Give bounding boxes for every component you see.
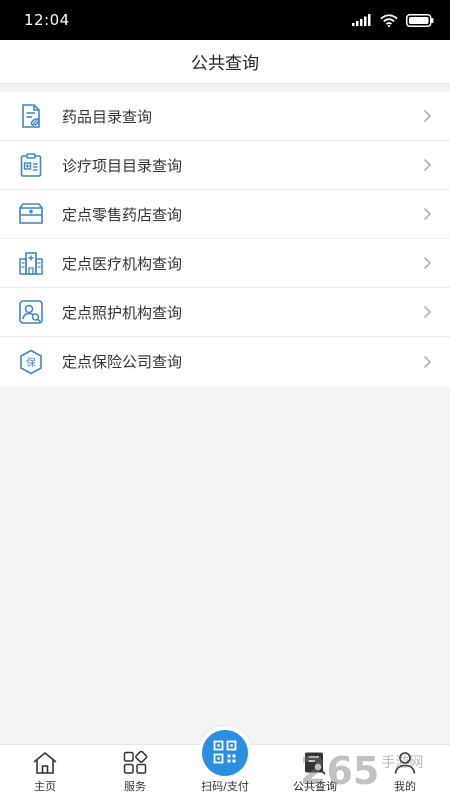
menu-item-label: 药品目录查询: [62, 107, 153, 126]
tab-public-query[interactable]: 公共查询: [270, 744, 360, 800]
medicine-box-icon: [18, 201, 44, 227]
signal-icon: [352, 14, 371, 26]
menu-item-label: 诊疗项目目录查询: [62, 156, 183, 175]
menu-item-retail-pharmacy[interactable]: 定点零售药店查询: [0, 190, 450, 239]
status-time: 12:04: [24, 11, 70, 29]
hospital-building-icon: [18, 250, 44, 276]
scan-button[interactable]: [198, 726, 252, 780]
clipboard-medical-icon: [18, 152, 44, 178]
menu-item-insurance-company[interactable]: 保 定点保险公司查询: [0, 337, 450, 386]
tab-label: 扫码/支付: [201, 780, 249, 793]
chevron-right-icon: [423, 256, 432, 270]
user-icon: [394, 752, 416, 774]
menu-item-label: 定点照护机构查询: [62, 303, 183, 322]
tab-label: 我的: [394, 780, 416, 793]
menu-item-label: 定点零售药店查询: [62, 205, 183, 224]
battery-icon: [406, 13, 434, 27]
tab-services[interactable]: 服务: [90, 744, 180, 800]
tab-label: 公共查询: [293, 780, 337, 793]
chevron-right-icon: [423, 305, 432, 319]
page-title: 公共查询: [191, 54, 259, 74]
search-list-icon: [305, 752, 326, 775]
chevron-right-icon: [423, 355, 432, 368]
tab-home[interactable]: 主页: [0, 744, 90, 800]
menu-item-label: 定点保险公司查询: [62, 353, 183, 371]
wifi-icon: [380, 13, 398, 27]
status-icons: [352, 13, 434, 27]
menu-item-label: 定点医疗机构查询: [62, 254, 183, 273]
tab-label: 主页: [34, 780, 56, 793]
svg-text:保: 保: [26, 356, 36, 369]
insurance-shield-icon: 保: [18, 349, 44, 375]
menu-item-medical-institution[interactable]: 定点医疗机构查询: [0, 239, 450, 288]
person-search-icon: [18, 299, 44, 325]
qr-code-icon: [213, 740, 237, 763]
drug-list-icon: [18, 103, 44, 129]
status-bar: 12:04: [0, 0, 450, 40]
chevron-right-icon: [423, 207, 432, 221]
tab-mine[interactable]: 我的: [360, 744, 450, 800]
chevron-right-icon: [423, 158, 432, 172]
tab-scan-pay[interactable]: 扫码/支付: [180, 726, 270, 800]
menu-item-drug-catalog[interactable]: 药品目录查询: [0, 92, 450, 141]
tab-label: 服务: [124, 780, 146, 793]
nav-bar: 公共查询: [0, 40, 450, 84]
bottom-tab-bar: 主页 服务 扫码/支付 公共查询 我的: [0, 726, 450, 800]
menu-item-care-institution[interactable]: 定点照护机构查询: [0, 288, 450, 337]
menu-item-treatment-catalog[interactable]: 诊疗项目目录查询: [0, 141, 450, 190]
home-icon: [33, 751, 57, 774]
chevron-right-icon: [423, 109, 432, 123]
grid-icon: [123, 751, 148, 774]
query-menu-list: 药品目录查询 诊疗项目目录查询 定点零售药店查询 定点医疗机构查询 定点照护机构…: [0, 92, 450, 386]
